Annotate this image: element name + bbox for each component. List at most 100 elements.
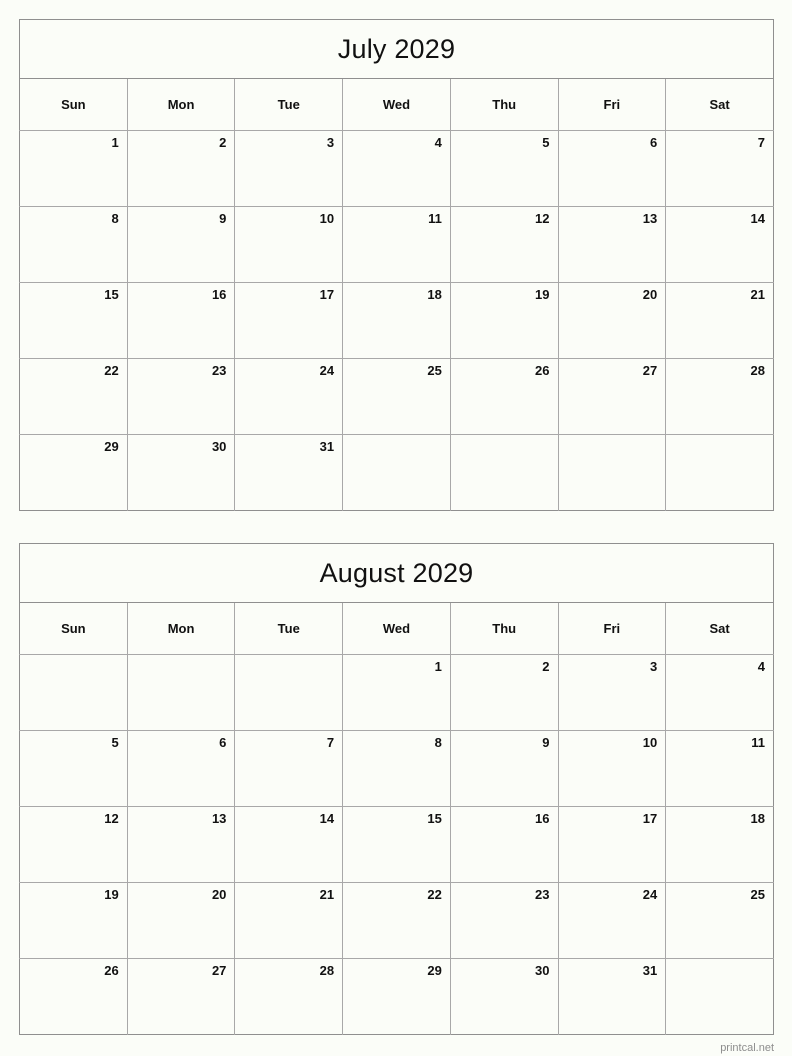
day-cell[interactable]: 9 <box>126 206 236 283</box>
day-cell[interactable]: 30 <box>449 958 559 1035</box>
day-cell[interactable]: 6 <box>126 730 236 807</box>
day-cell[interactable]: 10 <box>234 206 344 283</box>
day-cell[interactable]: 1 <box>342 654 451 731</box>
day-number: 5 <box>542 135 550 150</box>
day-cell[interactable]: 31 <box>557 958 667 1035</box>
day-number: 5 <box>111 735 119 750</box>
day-number: 16 <box>211 287 227 302</box>
day-number: 23 <box>535 887 550 902</box>
day-cell[interactable]: 14 <box>234 806 344 883</box>
day-cell[interactable]: 5 <box>449 130 559 207</box>
day-cell[interactable]: 27 <box>126 958 236 1035</box>
day-cell[interactable]: 3 <box>234 130 344 207</box>
day-cell[interactable]: 12 <box>449 206 559 283</box>
day-cell[interactable]: 9 <box>449 730 559 807</box>
day-number: 22 <box>427 887 442 902</box>
day-cell[interactable]: 26 <box>19 958 128 1035</box>
day-number: 25 <box>427 363 442 378</box>
day-cell[interactable]: 17 <box>234 282 344 359</box>
week-row: 8 9 10 11 12 13 14 <box>19 206 774 283</box>
day-cell[interactable]: 22 <box>19 358 128 435</box>
day-cell[interactable]: 28 <box>234 958 344 1035</box>
day-cell[interactable]: 25 <box>342 358 451 435</box>
day-cell[interactable]: 7 <box>665 130 774 207</box>
day-cell[interactable]: 14 <box>665 206 774 283</box>
day-cell[interactable]: 22 <box>342 882 451 959</box>
day-cell[interactable]: 7 <box>234 730 344 807</box>
day-number: 6 <box>649 135 658 150</box>
day-cell[interactable]: 19 <box>19 882 128 959</box>
day-number: 17 <box>642 811 658 826</box>
day-cell[interactable]: 15 <box>19 282 128 359</box>
day-cell[interactable]: 12 <box>19 806 128 883</box>
day-cell[interactable]: 1 <box>19 130 128 207</box>
day-number: 25 <box>750 887 765 902</box>
day-cell[interactable]: 26 <box>449 358 559 435</box>
calendar-page: July 2029 Sun Mon Tue Wed Thu Fri Sat 1 … <box>0 0 792 1056</box>
day-cell[interactable]: 31 <box>234 434 344 511</box>
day-cell[interactable]: 16 <box>449 806 559 883</box>
day-number: 14 <box>319 811 335 826</box>
day-cell[interactable]: 19 <box>449 282 559 359</box>
day-cell-empty <box>665 434 774 511</box>
week-row: 22 23 24 25 26 27 28 <box>19 358 774 435</box>
day-cell-empty <box>449 434 559 511</box>
day-cell[interactable]: 15 <box>342 806 451 883</box>
weekday-header-fri: Fri <box>557 602 667 655</box>
day-number: 9 <box>542 735 550 750</box>
day-number: 2 <box>219 135 227 150</box>
day-cell[interactable]: 27 <box>557 358 667 435</box>
day-cell[interactable]: 2 <box>126 130 236 207</box>
day-cell[interactable]: 29 <box>342 958 451 1035</box>
day-cell[interactable]: 8 <box>19 206 128 283</box>
day-cell[interactable]: 28 <box>665 358 774 435</box>
day-number: 8 <box>434 735 442 750</box>
day-number: 12 <box>104 811 119 826</box>
day-cell[interactable]: 10 <box>557 730 667 807</box>
day-number: 2 <box>542 659 550 674</box>
weekday-header-mon: Mon <box>126 78 236 131</box>
day-cell[interactable]: 29 <box>19 434 128 511</box>
weekday-header-sat: Sat <box>665 602 774 655</box>
day-cell[interactable]: 18 <box>665 806 774 883</box>
day-cell-empty <box>126 654 236 731</box>
day-cell[interactable]: 21 <box>665 282 774 359</box>
day-cell[interactable]: 3 <box>557 654 667 731</box>
day-number: 15 <box>104 287 119 302</box>
day-cell[interactable]: 13 <box>557 206 667 283</box>
day-cell[interactable]: 13 <box>126 806 236 883</box>
day-cell[interactable]: 5 <box>19 730 128 807</box>
day-number: 24 <box>642 887 658 902</box>
day-cell[interactable]: 8 <box>342 730 451 807</box>
day-cell[interactable]: 20 <box>557 282 667 359</box>
day-cell[interactable]: 23 <box>449 882 559 959</box>
weekday-header-tue: Tue <box>234 78 344 131</box>
day-cell[interactable]: 4 <box>342 130 451 207</box>
day-cell[interactable]: 17 <box>557 806 667 883</box>
day-cell[interactable]: 11 <box>665 730 774 807</box>
month-calendar-august: August 2029 Sun Mon Tue Wed Thu Fri Sat … <box>19 543 774 1035</box>
month-title-row: August 2029 <box>19 543 774 603</box>
day-cell[interactable]: 18 <box>342 282 451 359</box>
day-cell[interactable]: 11 <box>342 206 451 283</box>
weekday-header-wed: Wed <box>342 78 451 131</box>
day-cell[interactable]: 30 <box>126 434 236 511</box>
day-number: 30 <box>535 963 550 978</box>
day-number: 19 <box>104 887 119 902</box>
day-cell[interactable]: 6 <box>557 130 667 207</box>
day-cell[interactable]: 23 <box>126 358 236 435</box>
day-cell[interactable]: 24 <box>557 882 667 959</box>
day-cell[interactable]: 20 <box>126 882 236 959</box>
day-number: 24 <box>319 363 335 378</box>
weekday-header-mon: Mon <box>126 602 236 655</box>
day-number: 26 <box>535 363 550 378</box>
day-cell[interactable]: 21 <box>234 882 344 959</box>
day-number: 1 <box>434 659 442 674</box>
day-cell[interactable]: 2 <box>449 654 559 731</box>
day-number: 31 <box>319 439 335 454</box>
day-cell[interactable]: 25 <box>665 882 774 959</box>
weekday-header-row: Sun Mon Tue Wed Thu Fri Sat <box>19 602 774 655</box>
day-cell[interactable]: 16 <box>126 282 236 359</box>
day-cell[interactable]: 24 <box>234 358 344 435</box>
day-cell[interactable]: 4 <box>665 654 774 731</box>
